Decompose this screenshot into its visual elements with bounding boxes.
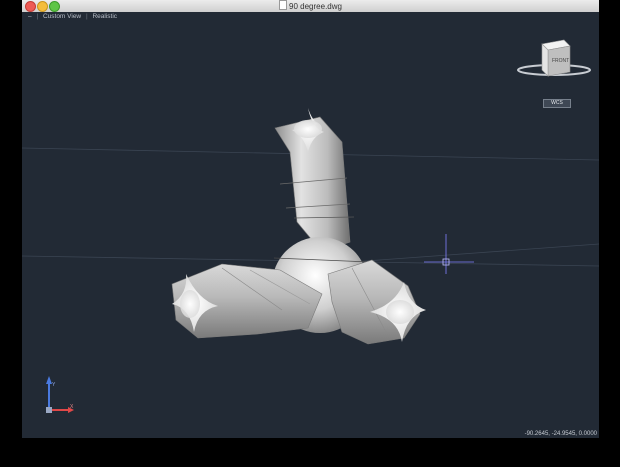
viewcube-face-label[interactable]: FRONT bbox=[552, 58, 569, 64]
vertical-arm bbox=[274, 108, 355, 253]
ucs-icon: Y X bbox=[46, 376, 74, 413]
wcs-menu-button[interactable]: WCS bbox=[543, 99, 571, 108]
app-window: 90 degree.dwg – | Custom View | Realisti… bbox=[0, 0, 620, 467]
window-title: 90 degree.dwg bbox=[289, 2, 342, 11]
document-icon bbox=[279, 0, 288, 10]
viewcube[interactable]: FRONT bbox=[517, 39, 591, 77]
model-scene: FRONT Y X bbox=[22, 39, 599, 413]
coordinate-readout: -90.2645, -24.9545, 0.0000 bbox=[524, 431, 597, 437]
right-arm bbox=[327, 259, 426, 345]
ucs-x-label: X bbox=[70, 404, 74, 410]
drawing-viewport[interactable]: – | Custom View | Realistic FRONT Y X WC… bbox=[22, 12, 599, 438]
ucs-y-label: Y bbox=[52, 382, 56, 388]
